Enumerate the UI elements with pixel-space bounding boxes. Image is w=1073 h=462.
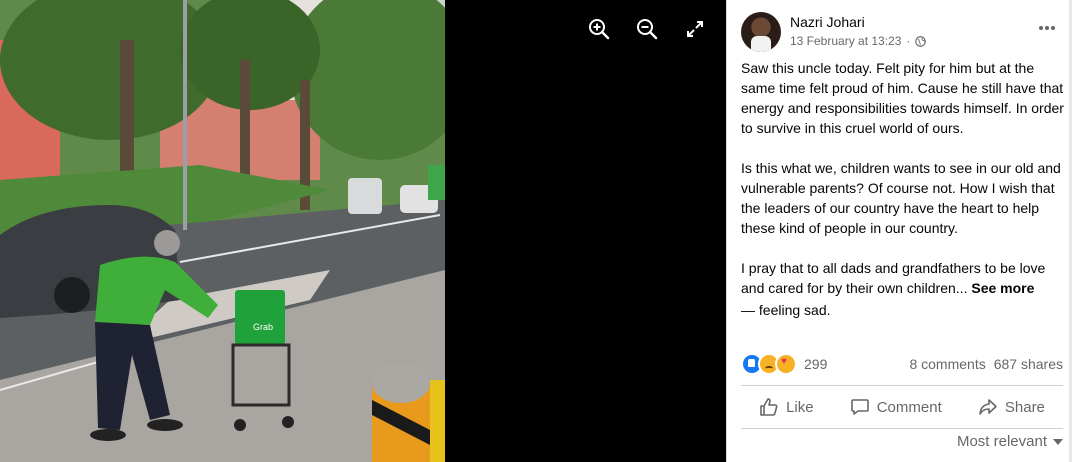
feeling-status: — feeling sad. xyxy=(741,302,831,318)
post-panel: Nazri Johari 13 February at 13:23 · Saw … xyxy=(726,0,1073,462)
comment-label: Comment xyxy=(876,398,942,416)
engagement-counts: 8 comments 687 shares xyxy=(909,356,1063,372)
fullscreen-icon xyxy=(687,21,703,37)
zoom-out-button[interactable] xyxy=(634,16,660,42)
divider xyxy=(741,428,1063,429)
chevron-down-icon xyxy=(1053,438,1063,445)
care-reaction-icon xyxy=(775,353,797,375)
dot-icon xyxy=(1039,26,1043,30)
comment-sort-dropdown[interactable]: Most relevant xyxy=(957,433,1063,450)
dot-icon xyxy=(1045,26,1049,30)
dot-icon xyxy=(1051,26,1055,30)
like-label: Like xyxy=(786,398,814,416)
share-icon xyxy=(979,399,997,415)
author-name[interactable]: Nazri Johari xyxy=(790,14,865,30)
reaction-count: 299 xyxy=(804,356,828,372)
sort-label: Most relevant xyxy=(956,433,1047,450)
share-label: Share xyxy=(1004,398,1045,416)
post-header: Nazri Johari 13 February at 13:23 · xyxy=(741,12,1061,56)
like-button[interactable]: Like xyxy=(749,393,824,421)
meta-separator: · xyxy=(906,34,911,48)
post-meta: 13 February at 13:23 · xyxy=(790,34,927,48)
photo-scene: Grab xyxy=(0,0,445,462)
divider xyxy=(741,385,1063,386)
post-stats: 299 8 comments 687 shares xyxy=(741,353,1063,375)
zoom-in-button[interactable] xyxy=(586,16,612,42)
more-options-button[interactable] xyxy=(1033,18,1061,38)
see-more-link[interactable]: See more xyxy=(971,280,1034,296)
photo-viewer: Grab xyxy=(0,0,726,462)
avatar[interactable] xyxy=(741,12,781,52)
post-paragraph: Is this what we, children wants to see i… xyxy=(741,160,1061,236)
zoom-in-icon xyxy=(589,19,610,40)
post-actions: Like Comment Share xyxy=(741,390,1063,424)
thumbs-up-icon xyxy=(760,398,778,416)
reactions-summary[interactable]: 299 xyxy=(741,353,827,375)
share-button[interactable]: Share xyxy=(968,393,1055,421)
viewer-toolbar xyxy=(586,16,708,42)
shares-count-link[interactable]: 687 shares xyxy=(994,356,1063,372)
globe-icon[interactable] xyxy=(915,35,927,47)
zoom-out-icon xyxy=(637,19,658,40)
scrollbar[interactable] xyxy=(1069,0,1072,462)
comment-button[interactable]: Comment xyxy=(840,393,952,421)
comments-count-link[interactable]: 8 comments xyxy=(909,356,985,372)
bag-logo-text: Grab xyxy=(253,322,273,332)
post-paragraph: Saw this uncle today. Felt pity for him … xyxy=(741,60,1064,136)
post-paragraph: I pray that to all dads and grandfathers… xyxy=(741,258,1071,298)
post-text: Saw this uncle today. Felt pity for him … xyxy=(741,58,1071,318)
comment-icon xyxy=(850,399,869,415)
post-photo[interactable]: Grab xyxy=(0,0,445,462)
post-timestamp[interactable]: 13 February at 13:23 xyxy=(790,34,901,48)
fullscreen-button[interactable] xyxy=(682,16,708,42)
